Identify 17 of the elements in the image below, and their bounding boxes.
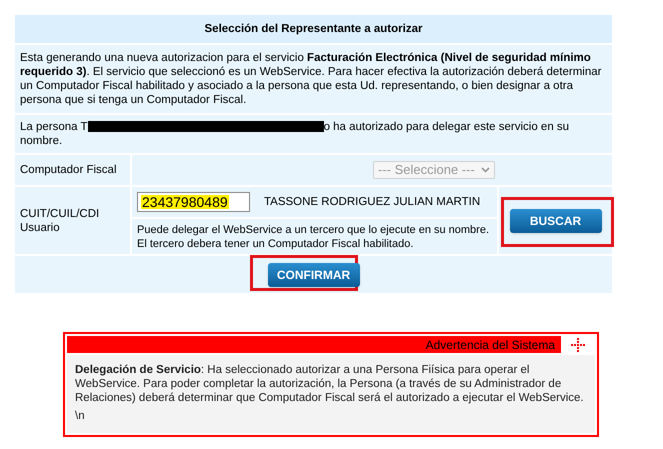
persona-text: nombre. xyxy=(20,135,62,147)
intro-paragraph: Esta generando una nueva autorizacion para el servicio Facturación Electrónica (Nivel de seguridad mínimo requerido 3). El servicio que seleccionó es un WebService. Para hacer efectiva la autorización deberá determinar un Computador Fiscal habilitado y asociado a la persona que esta Ud. representando, o bien designar a otra persona que si tenga un Computador Fiscal. xyxy=(20,51,602,107)
persona-text: o ha autorizado para delegar este servicio en su xyxy=(324,121,570,133)
cuit-input[interactable]: 23437980489 xyxy=(137,192,250,212)
warning-title: Advertencia del Sistema xyxy=(426,338,555,352)
warning-extra-text: \n xyxy=(75,409,86,423)
search-button[interactable]: BUSCAR xyxy=(510,208,602,232)
person-name: TASSONE RODRIGUEZ JULIAN MARTIN xyxy=(264,195,480,209)
persona-text: La persona T xyxy=(20,121,88,133)
chevron-icon xyxy=(481,167,490,173)
warning-message: Delegación de Servicio: Ha seleccionado autorizar a una Persona Fiísica para operar el WebService. Para poder completar la autorización, la Persona (a través de su Administrador de Relaciones) deberá determinar que Computador Fiscal será el autorizado a ejecutar el WebService. xyxy=(75,363,585,405)
help-text: Puede delegar el WebService a un tercero que lo ejecute en su nombre. El tercero debera tener un Computador Fiscal habilitado. xyxy=(137,222,490,250)
section-title: Selección del Representante a autorizar xyxy=(204,22,422,36)
field-label: Computador Fiscal xyxy=(20,163,117,177)
field-label: CUIT/CUIL/CDI Usuario xyxy=(20,206,100,234)
confirm-button[interactable]: CONFIRMAR xyxy=(268,262,360,286)
grid-dots-icon xyxy=(571,338,585,352)
